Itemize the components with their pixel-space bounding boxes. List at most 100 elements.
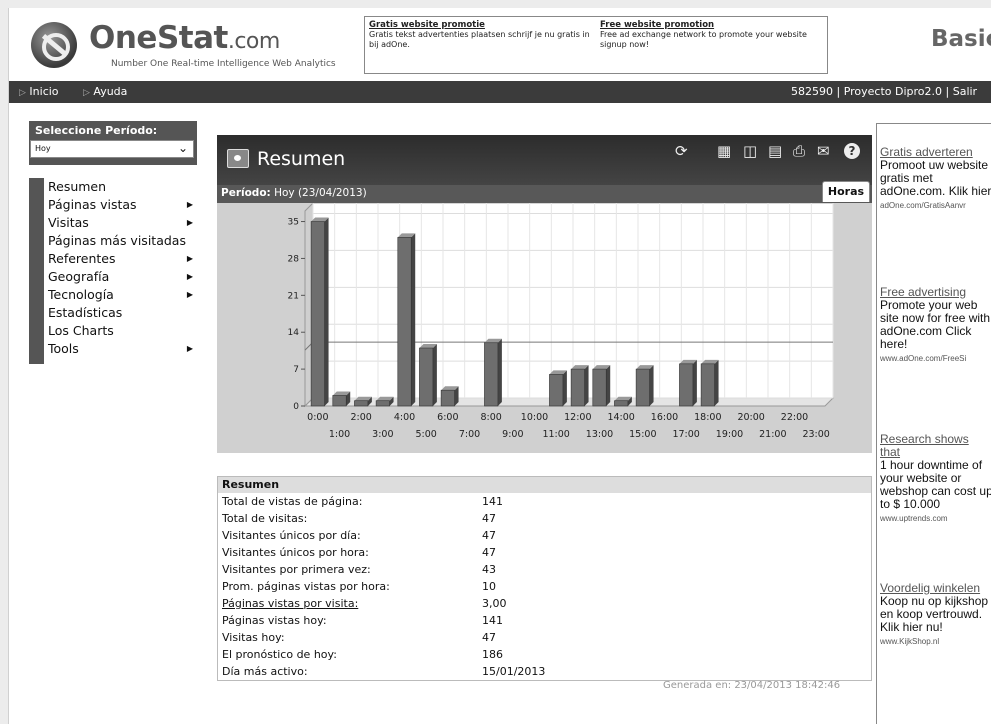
x-tick-label: 3:00 bbox=[372, 429, 393, 440]
chart-bar[interactable] bbox=[440, 386, 459, 407]
chart-bar[interactable] bbox=[375, 396, 394, 407]
chart-bar[interactable] bbox=[592, 365, 611, 407]
ad-url[interactable]: www.uptrends.com bbox=[880, 512, 991, 525]
nav-item-ayuda[interactable]: ▷ Ayuda bbox=[83, 85, 127, 98]
table-row-label[interactable]: Páginas vistas por visita: bbox=[222, 595, 358, 612]
ad-item[interactable]: Gratis adverteren Promoot uw website gra… bbox=[880, 146, 991, 212]
chart-bar[interactable] bbox=[354, 396, 372, 407]
table-row: Día más activo: 15/01/2013 bbox=[217, 663, 872, 681]
y-tick-label: 7 bbox=[293, 365, 299, 375]
table-row-value: 47 bbox=[482, 512, 496, 525]
table-row-value: 10 bbox=[482, 580, 496, 593]
period-row: Período: Hoy (23/04/2013) bbox=[217, 185, 872, 203]
period-row-label: Período: bbox=[221, 187, 271, 199]
x-tick-label: 18:00 bbox=[694, 412, 721, 423]
chart-bar[interactable] bbox=[614, 396, 632, 407]
xml-icon[interactable]: ▤ bbox=[768, 142, 782, 160]
promo-title[interactable]: Gratis website promotie bbox=[369, 20, 594, 30]
promo-title[interactable]: Free website promotion bbox=[600, 20, 825, 30]
mail-icon[interactable]: ✉ bbox=[817, 142, 830, 160]
x-tick-label: 1:00 bbox=[329, 429, 350, 440]
brand-tagline: Number One Real-time Intelligence Web An… bbox=[111, 59, 336, 69]
promo-item[interactable]: Free website promotion Free ad exchange … bbox=[600, 20, 825, 50]
table-row: Visitas hoy: 47 bbox=[217, 629, 872, 646]
promo-item[interactable]: Gratis website promotie Gratis tekst adv… bbox=[369, 20, 594, 50]
page: OneStat.com Number One Real-time Intelli… bbox=[8, 8, 991, 724]
y-tick-label: 14 bbox=[288, 328, 300, 338]
x-tick-label: 0:00 bbox=[307, 412, 328, 423]
hourly-chart-svg: 0 7 14 21 28 35 0:001:002:003:004:005:006:007:… bbox=[288, 201, 835, 440]
ad-url[interactable]: www.adOne.com/FreeSi bbox=[880, 352, 991, 365]
chart-bar[interactable] bbox=[310, 217, 329, 407]
ad-body: Promoot uw website gratis met adOne.com.… bbox=[880, 158, 991, 198]
excel-icon[interactable]: ▦ bbox=[717, 142, 731, 160]
refresh-icon[interactable]: ⟳ bbox=[675, 142, 688, 160]
table-row-label: Día más activo: bbox=[222, 665, 308, 678]
sidebar-item-visitas[interactable]: Visitas ▶ bbox=[44, 214, 197, 232]
table-row-label: Visitas hoy: bbox=[222, 631, 285, 644]
ad-url[interactable]: www.KijkShop.nl bbox=[880, 635, 991, 648]
promo-text: Free ad exchange network to promote your… bbox=[600, 30, 807, 49]
table-row-label: Total de visitas: bbox=[222, 512, 308, 525]
summary-table: Resumen Total de vistas de página: 141 Tot… bbox=[217, 476, 872, 681]
submenu-arrow-icon: ▶ bbox=[186, 200, 193, 209]
x-tick-label: 4:00 bbox=[394, 412, 415, 423]
account-links[interactable]: 582590 | Proyecto Dipro2.0 | Salir bbox=[791, 85, 977, 98]
table-row-label: Prom. páginas vistas por hora: bbox=[222, 580, 390, 593]
table-row-label: Total de vistas de página: bbox=[222, 495, 363, 508]
ad-item[interactable]: Free advertising Promote your web site n… bbox=[880, 286, 991, 365]
table-row: Visitantes por primera vez: 43 bbox=[217, 561, 872, 578]
x-tick-label: 14:00 bbox=[607, 412, 634, 423]
chart-bar[interactable] bbox=[397, 233, 416, 407]
promo-text: Gratis tekst advertenties plaatsen schri… bbox=[369, 30, 590, 49]
sidebar-item-tools[interactable]: Tools ▶ bbox=[44, 340, 197, 358]
ad-title[interactable]: Research shows that bbox=[880, 433, 991, 459]
nav-item-inicio[interactable]: ▷ Inicio bbox=[19, 85, 59, 98]
onestat-logo[interactable]: OneStat.com Number One Real-time Intelli… bbox=[31, 18, 351, 78]
chart-bar[interactable] bbox=[484, 338, 502, 407]
table-row-value: 43 bbox=[482, 563, 496, 576]
chevron-down-icon: ⌄ bbox=[177, 141, 188, 155]
x-tick-label: 21:00 bbox=[759, 429, 786, 440]
chart-bar[interactable] bbox=[549, 370, 567, 407]
chart-bar[interactable] bbox=[700, 359, 719, 407]
submenu-arrow-icon: ▶ bbox=[186, 272, 193, 281]
sidebar-item-resumen[interactable]: Resumen bbox=[44, 178, 197, 196]
period-selector: Seleccione Período: Hoy ⌄ bbox=[29, 121, 197, 165]
submenu-arrow-icon: ▶ bbox=[186, 290, 193, 299]
pdf-icon[interactable]: ◫ bbox=[743, 142, 757, 160]
x-tick-label: 20:00 bbox=[737, 412, 764, 423]
chart-bar[interactable] bbox=[570, 365, 589, 407]
x-tick-label: 13:00 bbox=[586, 429, 613, 440]
ad-body: Promote your web site now for free with … bbox=[880, 298, 991, 351]
table-row-value: 3,00 bbox=[482, 597, 507, 610]
chart-bar[interactable] bbox=[679, 359, 697, 407]
sidebar-item-paginas-mas-visitadas[interactable]: Páginas más visitadas bbox=[44, 232, 197, 250]
tab-horas[interactable]: Horas bbox=[822, 181, 870, 202]
summary-table-header: Resumen bbox=[217, 476, 872, 493]
ad-item[interactable]: Voordelig winkelen Koop nu op kijkshop e… bbox=[880, 582, 991, 648]
sidebar-item-referentes[interactable]: Referentes ▶ bbox=[44, 250, 197, 268]
print-icon[interactable]: ⎙ bbox=[793, 142, 805, 160]
table-row: El pronóstico de hoy: 186 bbox=[217, 646, 872, 663]
sidebar-item-tecnologia[interactable]: Tecnología ▶ bbox=[44, 286, 197, 304]
x-tick-label: 6:00 bbox=[437, 412, 458, 423]
sidebar-menu: Resumen Páginas vistas ▶ Visitas ▶ Páginas… bbox=[29, 178, 197, 364]
arrow-icon: ▷ bbox=[83, 88, 90, 98]
chart-bar[interactable] bbox=[419, 344, 437, 407]
x-tick-label: 17:00 bbox=[672, 429, 699, 440]
table-row-value: 47 bbox=[482, 631, 496, 644]
help-icon[interactable]: ? bbox=[844, 143, 860, 159]
panel-title: Resumen bbox=[257, 148, 346, 170]
sidebar-item-los-charts[interactable]: Los Charts bbox=[44, 322, 197, 340]
summary-panel: Resumen ⟳ ▦ ◫ ▤ ⎙ ✉ ? Período: Hoy (23/0… bbox=[217, 135, 872, 453]
period-select[interactable]: Hoy ⌄ bbox=[30, 140, 194, 158]
chart-bar[interactable] bbox=[635, 365, 654, 407]
y-tick-label: 28 bbox=[288, 254, 300, 264]
sidebar-item-geografia[interactable]: Geografía ▶ bbox=[44, 268, 197, 286]
ad-url[interactable]: adOne.com/GratisAanvr bbox=[880, 199, 991, 212]
sidebar-item-estadisticas[interactable]: Estadísticas bbox=[44, 304, 197, 322]
sidebar-item-paginas-vistas[interactable]: Páginas vistas ▶ bbox=[44, 196, 197, 214]
ad-item[interactable]: Research shows that 1 hour downtime of y… bbox=[880, 433, 991, 525]
chart-bar[interactable] bbox=[332, 391, 351, 407]
